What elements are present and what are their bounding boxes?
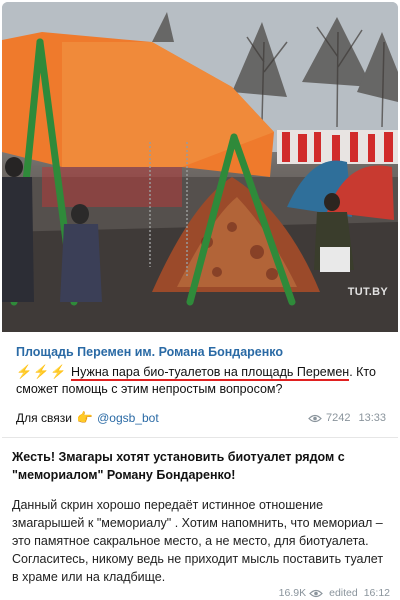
commentary-body: Данный скрин хорошо передаёт истинное от…	[12, 498, 384, 584]
commentary-views: 16.9K	[278, 587, 307, 599]
bot-link[interactable]: @ogsb_bot	[97, 411, 159, 425]
post-photo[interactable]: TUT.BY	[2, 2, 398, 332]
eye-icon	[309, 589, 323, 598]
protest-tents-photo	[2, 2, 398, 332]
pointing-hand-icon: 👉	[76, 410, 94, 425]
contact-row: Для связи 👉 @ogsb_bot 7242 13:33	[16, 408, 386, 428]
channel-name[interactable]: Площадь Перемен им. Романа Бондаренко	[16, 344, 386, 360]
commentary-headline: Жесть! Змагары хотят установить биотуале…	[12, 450, 345, 482]
views-count: 7242	[325, 412, 351, 424]
post-container: TUT.BY Площадь Перемен им. Романа Бондар…	[0, 0, 400, 600]
photo-watermark: TUT.BY	[347, 286, 388, 298]
quoted-post-text: ⚡⚡⚡ Нужна пара био-туалетов на площадь П…	[16, 363, 386, 398]
quoted-post-meta: 7242 13:33	[308, 412, 386, 424]
highlighted-text: Нужна пара био-туалетов на площадь Перем…	[71, 365, 350, 381]
lightning-icon: ⚡⚡⚡	[16, 364, 68, 379]
eye-icon	[308, 414, 322, 423]
commentary-time: 16:12	[363, 587, 390, 599]
commentary-meta: 16.9K edited 16:12	[274, 586, 394, 600]
edited-label: edited	[329, 587, 358, 599]
post-time: 13:33	[358, 412, 386, 424]
contact-label: Для связи	[16, 411, 72, 425]
commentary-post: Жесть! Змагары хотят установить биотуале…	[2, 440, 398, 600]
quoted-post: Площадь Перемен им. Романа Бондаренко ⚡⚡…	[2, 334, 398, 438]
